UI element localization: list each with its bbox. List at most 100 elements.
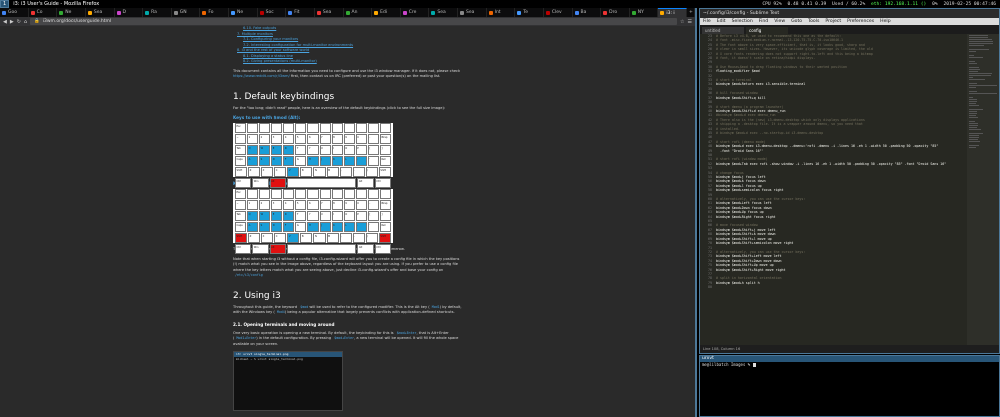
- menu-item[interactable]: File: [703, 19, 711, 24]
- keyboard-key: /: [365, 233, 378, 243]
- back-icon[interactable]: ◀: [3, 19, 7, 25]
- browser-tab[interactable]: Edi: [372, 8, 401, 17]
- favicon-icon: [231, 10, 235, 15]
- browser-tab[interactable]: Dro: [601, 8, 630, 17]
- keyboard-key: Shift: [235, 167, 248, 177]
- browser-tab[interactable]: Sea: [315, 8, 344, 17]
- browser-tab[interactable]: Ba: [573, 8, 602, 17]
- browser-tab[interactable]: Ne: [229, 8, 258, 17]
- memory-status: Used / 60.2%: [832, 1, 866, 7]
- browser-tab[interactable]: Clev: [544, 8, 573, 17]
- keyboard-key: Q: [247, 211, 259, 221]
- browser-tab[interactable]: Fit: [286, 8, 315, 17]
- browser-tab[interactable]: Cre: [401, 8, 430, 17]
- keyboard-key: T: [295, 211, 307, 221]
- browser-tab[interactable]: Co: [29, 8, 58, 17]
- keyboard-key: ~: [235, 134, 247, 144]
- keyboard-key: Q: [247, 145, 259, 155]
- menu-item[interactable]: Preferences: [847, 19, 874, 24]
- page-content: 6.10. Fake outputs 7. Multiple monitors 7.…: [0, 26, 695, 417]
- browser-tab[interactable]: Soc: [258, 8, 287, 17]
- forward-icon[interactable]: ▶: [10, 19, 14, 25]
- home-icon[interactable]: ⌂: [24, 19, 27, 25]
- browser-tab[interactable]: NY: [630, 8, 659, 17]
- workspace-button[interactable]: 1: [0, 0, 10, 8]
- favicon-icon: [202, 10, 207, 15]
- tab-label: An: [351, 10, 358, 15]
- minimap-line: [969, 140, 980, 142]
- menu-item[interactable]: Help: [880, 19, 890, 24]
- browser-tab[interactable]: Ne: [57, 8, 86, 17]
- browser-tab[interactable]: Ra: [143, 8, 172, 17]
- favicon-icon: [59, 10, 64, 15]
- browser-tab[interactable]: Fo: [200, 8, 229, 17]
- minimap[interactable]: [967, 34, 999, 346]
- keyboard-key: Y: [307, 145, 319, 155]
- keyboard-key: 1: [247, 200, 259, 210]
- browser-tab[interactable]: Goo: [0, 8, 29, 17]
- keyboard-layout-mod-image[interactable]: Esc ~1 2 3 4 5 6 7 8 9 0- Bksp Tab Q W E R T Y U I O P[] Caps A S…: [233, 123, 393, 188]
- keyboard-key: -: [367, 200, 379, 210]
- keyboard-key: [295, 123, 307, 133]
- favicon-icon: [431, 10, 436, 15]
- menu-item[interactable]: Find: [759, 19, 768, 24]
- favicon-icon: [603, 10, 608, 15]
- mod4-code: Mod4: [276, 310, 285, 314]
- browser-tab[interactable]: Sea: [86, 8, 115, 17]
- keyboard-key: Shift: [378, 167, 391, 177]
- toc-link[interactable]: 8.2. Giving presentations (multi-monitor…: [233, 59, 463, 65]
- tab-untitled[interactable]: untitled: [702, 27, 744, 34]
- browser-tab[interactable]: Te: [515, 8, 544, 17]
- browser-tab[interactable]: D: [115, 8, 144, 17]
- url-bar[interactable]: 🔒 i3wm.org/docs/userguide.html: [30, 18, 678, 25]
- menu-item[interactable]: Project: [825, 19, 841, 24]
- browser-tab[interactable]: Sea: [458, 8, 487, 17]
- favicon-icon: [517, 10, 522, 15]
- keyboard-key: C: [274, 233, 287, 243]
- keyboard-key: Alt: [269, 244, 286, 254]
- favicon-icon: [116, 10, 121, 15]
- new-tab-icon[interactable]: +: [687, 8, 695, 17]
- keyboard-key: O: [343, 211, 355, 221]
- menu-item[interactable]: Tools: [808, 19, 819, 24]
- reload-icon[interactable]: ↻: [17, 19, 21, 25]
- terminal-prompt-line[interactable]: me@lilbatch Images %: [700, 362, 999, 368]
- code-editor[interactable]: 23 24 25 26 27 28 29 30 31 32 33 34 35 36 37 38 39 40 41 42…: [700, 34, 968, 346]
- mod1-code: Mod1: [431, 304, 440, 309]
- keyboard-key: [343, 189, 355, 199]
- browser-tab[interactable]: GN: [172, 8, 201, 17]
- keyboard-key: 0: [355, 134, 367, 144]
- minimap-line: [969, 78, 986, 80]
- keyboard-key: -: [367, 134, 379, 144]
- keyboard-key: B: [300, 233, 313, 243]
- tab-label: Edi: [380, 10, 388, 15]
- menu-icon[interactable]: ☰: [688, 19, 692, 25]
- opening-paragraph: One very basic operation is opening a ne…: [233, 331, 463, 348]
- favicon-icon: [316, 10, 321, 15]
- code-text[interactable]: # Before i3 v4.8, we used to recommend t…: [714, 34, 968, 346]
- tab-config[interactable]: config: [746, 27, 788, 34]
- browser-tab[interactable]: An: [344, 8, 373, 17]
- browser-tab[interactable]: Sea: [429, 8, 458, 17]
- menu-item[interactable]: Edit: [717, 19, 726, 24]
- keyboard-layout-shift-mod-image[interactable]: Esc ~1 2 3 4 5 6 7 8 9 0- Bksp Tab Q W E R T Y U I O P[] Caps A S…: [233, 189, 393, 254]
- menu-item[interactable]: Goto: [791, 19, 802, 24]
- menu-item[interactable]: View: [774, 19, 785, 24]
- keyboard-key: [271, 123, 283, 133]
- reddit-link[interactable]: https://www.reddit.com/r/i3wm/: [233, 74, 290, 78]
- sublime-menu-bar: File Edit Selection Find View Goto Tools Projec…: [700, 18, 999, 25]
- minimap-line: [969, 86, 977, 88]
- browser-tab[interactable]: i3: i: [658, 8, 687, 17]
- bookmark-star-icon[interactable]: ☆: [680, 19, 684, 25]
- keyboard-key: P: [355, 211, 367, 221]
- menu-item[interactable]: Selection: [732, 19, 753, 24]
- keyboard-key: K: [331, 156, 343, 166]
- keyboard-key: Ctrl: [374, 178, 391, 188]
- browser-tab[interactable]: Int: [487, 8, 516, 17]
- keyboard-key: O: [343, 145, 355, 155]
- favicon-icon: [402, 10, 407, 15]
- terminal-window[interactable]: urxvt me@lilbatch Images %: [699, 355, 1000, 417]
- keyboard-row: Ctrl Win Alt Alt Ctrl: [233, 244, 393, 254]
- keyboard-key: Ctrl: [374, 244, 391, 254]
- keyboard-key: J: [319, 156, 331, 166]
